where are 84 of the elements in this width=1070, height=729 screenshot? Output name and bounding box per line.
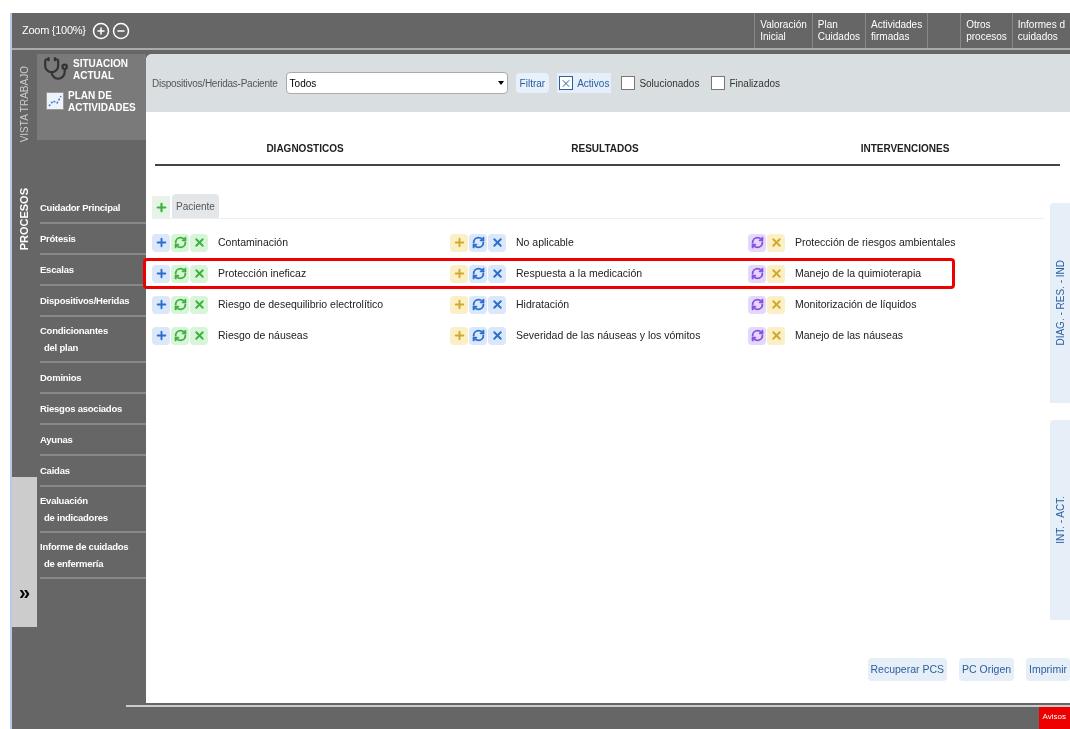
plus-icon[interactable] [152,326,170,345]
refresh-icon[interactable] [469,326,487,345]
add-tab-button[interactable] [152,196,170,218]
refresh-icon[interactable] [748,295,766,314]
menu-item[interactable]: Dispositivos/Heridas [40,292,130,309]
menu-item[interactable]: Caidas [40,462,70,479]
refresh-icon[interactable] [748,264,766,283]
intervention-text: Protección de riesgos ambientales [795,234,956,250]
filter-label: Dispositivos/Heridas-Paciente [152,76,278,91]
checkbox[interactable] [559,76,574,90]
top-menu-tab[interactable]: Valoración Inicial [760,18,807,43]
chart-icon[interactable] [46,92,64,110]
intervention-text: Manejo de la quimioterapia [795,265,922,281]
refresh-icon[interactable] [469,233,487,252]
rail-label[interactable]: VISTA TRABAJO [17,65,32,143]
refresh-icon[interactable] [748,326,766,345]
column-header: RESULTADOS [571,142,639,156]
menu-item[interactable]: Evaluación de indicadores [40,492,108,526]
diagnosis-text: Riesgo de náuseas [218,327,308,343]
close-icon[interactable] [488,233,506,252]
device-select[interactable]: Todos [285,72,508,94]
filter-button[interactable]: Filtrar [515,73,550,93]
diagnosis-text: Protección ineficaz [218,265,307,281]
refresh-icon[interactable] [748,233,766,252]
refresh-icon[interactable] [171,233,189,252]
zoom-label: Zoom {100%} [22,23,86,39]
alerts-button[interactable]: Avisos [1038,707,1070,729]
result-text: No aplicable [516,234,574,250]
checkbox-label: Activos [577,76,610,91]
column-header: INTERVENCIONES [860,142,950,156]
close-icon[interactable] [488,295,506,314]
plus-icon[interactable] [152,264,170,283]
close-icon[interactable] [190,233,208,252]
close-icon[interactable] [190,264,208,283]
refresh-icon[interactable] [171,264,189,283]
menu-item[interactable]: Escalas [40,261,74,278]
diagnosis-text: Riesgo de desequilibrio electrolítico [218,296,384,312]
zoom-in-icon[interactable] [91,21,110,40]
refresh-icon[interactable] [171,295,189,314]
close-icon[interactable] [488,264,506,283]
checkbox-label: Finalizados [729,76,781,91]
result-text: Severidad de las náuseas y los vómitos [516,327,701,343]
menu-item[interactable]: Riesgos asociados [40,400,123,417]
zoom-out-icon[interactable] [111,21,130,40]
dropdown-icon [497,81,504,85]
action-button[interactable]: Imprimir [1026,658,1070,681]
refresh-icon[interactable] [171,326,189,345]
menu-item[interactable]: Condicionantes del plan [40,322,108,356]
result-text: Respuesta a la medicación [516,265,643,281]
top-menu-tab[interactable]: Informes d cuidados [1017,18,1065,43]
top-menu-tab[interactable]: Plan Cuidados [817,18,861,43]
action-button[interactable]: Recuperar PCS [867,658,948,681]
intervention-text: Monitorización de líquidos [795,296,917,312]
menu-item[interactable]: Ayunas [40,431,73,448]
top-menu-tab[interactable]: Actividades firmadas [871,18,923,43]
plus-icon [154,200,168,214]
view-link[interactable]: PLAN DE ACTIVIDADES [68,90,136,114]
result-text: Hidratación [516,296,570,312]
expand-button[interactable]: » [18,582,31,602]
patient-tab[interactable]: Paciente [172,194,219,218]
rail-label[interactable]: PROCESOS [16,187,33,251]
menu-item[interactable]: Cuidador Principal [40,199,121,216]
checkbox[interactable] [711,76,726,90]
refresh-icon[interactable] [469,264,487,283]
action-button[interactable]: PC Origen [959,658,1015,681]
plus-icon[interactable] [152,295,170,314]
close-icon[interactable] [190,326,208,345]
checkbox[interactable] [621,76,636,90]
plus-icon[interactable] [152,233,170,252]
close-icon[interactable] [488,326,506,345]
intervention-text: Manejo de las náuseas [795,327,903,343]
side-tab[interactable]: DIAG. - RES. - IND [1050,203,1070,403]
top-menu-tab[interactable]: Otros procesos [966,18,1007,43]
menu-item[interactable]: Prótesis [40,230,76,247]
close-icon[interactable] [190,295,208,314]
refresh-icon[interactable] [469,295,487,314]
view-link[interactable]: SITUACION ACTUAL [73,58,128,82]
diagnosis-text: Contaminación [218,234,289,250]
stethoscope-icon[interactable] [43,56,69,82]
column-header: DIAGNOSTICOS [266,142,344,156]
menu-item[interactable]: Dominios [40,369,82,386]
side-tab[interactable]: INT. - ACT. [1050,420,1070,620]
checkbox-label: Solucionados [639,76,700,91]
menu-item[interactable]: Informe de cuidados de enfermería [40,538,129,572]
